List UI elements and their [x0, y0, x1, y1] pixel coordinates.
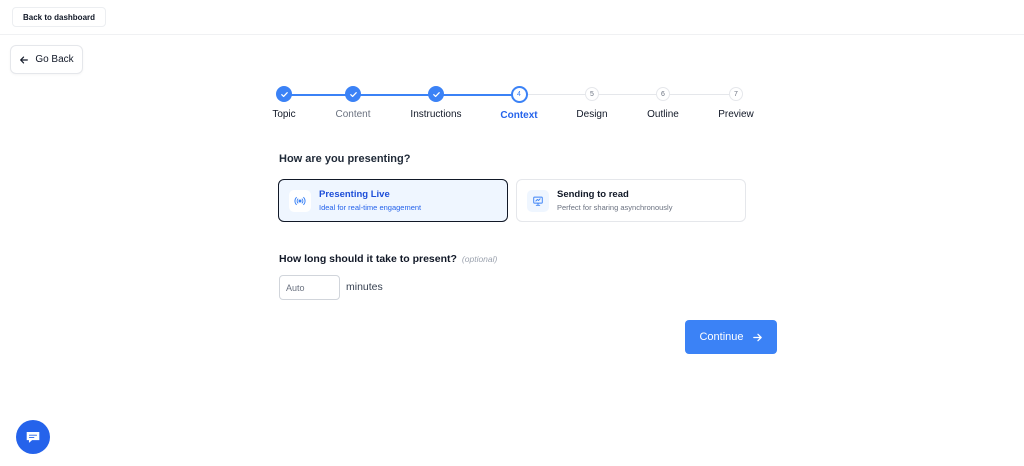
step-number: 6: [656, 87, 670, 101]
step-content[interactable]: Content: [313, 86, 393, 120]
check-icon: [345, 86, 361, 102]
minutes-label: minutes: [346, 281, 383, 293]
option-sending-to-read[interactable]: Sending to read Perfect for sharing asyn…: [516, 179, 746, 222]
chat-button[interactable]: [16, 420, 50, 454]
step-design: 5 Design: [552, 86, 632, 120]
option-title: Sending to read: [557, 189, 629, 200]
chat-bubble-icon: [26, 432, 40, 443]
step-number: 5: [585, 87, 599, 101]
step-label: Topic: [272, 109, 296, 120]
step-number: 4: [510, 86, 528, 103]
continue-button[interactable]: Continue: [685, 320, 777, 354]
progress-stepper: Topic Content Instructions 4 Context 5 D…: [0, 0, 1024, 130]
step-context[interactable]: 4 Context: [479, 86, 559, 121]
step-label: Instructions: [410, 109, 462, 120]
step-label: Context: [500, 110, 538, 121]
step-label: Preview: [718, 109, 754, 120]
duration-question: How long should it take to present? (opt…: [279, 253, 497, 265]
check-icon: [428, 86, 444, 102]
check-icon: [276, 86, 292, 102]
broadcast-icon: [289, 189, 311, 212]
step-instructions[interactable]: Instructions: [396, 86, 476, 120]
continue-label: Continue: [699, 331, 744, 343]
duration-question-text: How long should it take to present?: [279, 253, 457, 265]
step-label: Outline: [647, 109, 679, 120]
duration-input[interactable]: [279, 275, 340, 300]
step-label: Content: [335, 109, 371, 120]
option-subtitle: Ideal for real-time engagement: [319, 203, 422, 212]
optional-label: (optional): [461, 254, 498, 264]
presenting-question: How are you presenting?: [279, 153, 411, 165]
arrow-right-icon: [752, 333, 762, 341]
step-outline: 6 Outline: [623, 86, 703, 120]
presentation-icon: [527, 189, 549, 212]
step-number: 7: [729, 87, 743, 101]
step-topic[interactable]: Topic: [244, 86, 324, 120]
step-label: Design: [576, 109, 608, 120]
step-preview: 7 Preview: [696, 86, 776, 120]
option-subtitle: Perfect for sharing asynchronously: [557, 203, 673, 212]
option-title: Presenting Live: [319, 189, 390, 200]
option-presenting-live[interactable]: Presenting Live Ideal for real-time enga…: [278, 179, 508, 222]
